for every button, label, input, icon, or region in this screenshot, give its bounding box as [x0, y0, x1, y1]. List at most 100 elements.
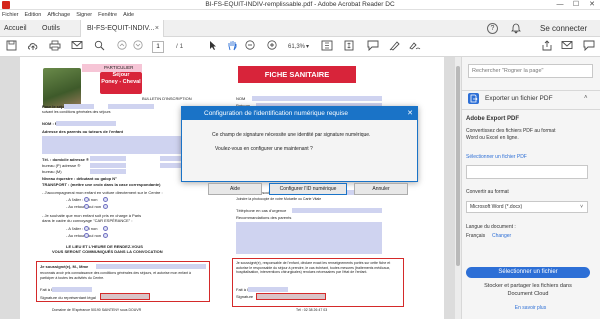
menu-sign[interactable]: Signer: [76, 10, 92, 20]
dialog-title-bar: Configuration de l'identification numéri…: [182, 107, 417, 120]
minimize-button[interactable]: —: [552, 0, 568, 10]
field-sejour-au[interactable]: [108, 104, 154, 109]
radio-retour-oui-2[interactable]: [84, 233, 89, 238]
notification-bell-icon[interactable]: [511, 23, 521, 34]
scroll-mode-icon[interactable]: [342, 40, 356, 54]
field-signature-left[interactable]: [100, 293, 150, 300]
field-sejour-du[interactable]: [64, 104, 94, 109]
banner-line-2: Poney - Cheval: [101, 79, 141, 85]
field-right-nom[interactable]: [252, 96, 382, 101]
language-value: Français: [466, 233, 486, 239]
doc-line-adresse: Adresse des parents ou tuteurs de l'enfa…: [42, 129, 123, 134]
dialog-help-button[interactable]: Aide: [208, 183, 262, 195]
menu-view[interactable]: Affichage: [47, 10, 70, 20]
page-count: / 1: [176, 43, 184, 50]
radio-aller-oui-2[interactable]: [84, 226, 89, 231]
dialog-configure-button[interactable]: Configurer l'ID numérique: [269, 183, 347, 195]
close-window-button[interactable]: ✕: [584, 0, 600, 10]
maximize-button[interactable]: ☐: [568, 0, 584, 10]
tab-home[interactable]: Accueil: [4, 20, 27, 37]
field-right-recommandations[interactable]: [236, 222, 382, 254]
hand-tool-icon[interactable]: [226, 40, 238, 54]
tab-document[interactable]: BI-FS-EQUIT-INDIV... ×: [80, 20, 164, 37]
zoom-dropdown-arrow-icon[interactable]: ▾: [306, 41, 309, 53]
selected-file-box[interactable]: [466, 165, 588, 179]
menu-edit[interactable]: Edition: [25, 10, 42, 20]
field-right-signature[interactable]: [256, 293, 326, 300]
dialog-cancel-button[interactable]: Annuler: [354, 183, 408, 195]
fit-page-icon[interactable]: [320, 40, 334, 54]
change-language-link[interactable]: Changer: [492, 233, 511, 240]
doc-line-soussigne-left: Je soussigné(e), M., Mme: [40, 264, 89, 269]
radio-aller-oui-1[interactable]: [84, 197, 89, 202]
doc-right-soussigne: Je soussigné(e), responsable de l'enfant…: [236, 261, 391, 275]
field-right-fait[interactable]: [248, 287, 288, 292]
field-tel-domicile[interactable]: [90, 156, 126, 161]
field-nom[interactable]: [56, 121, 116, 126]
radio-retour-non-2[interactable]: [103, 233, 108, 238]
help-icon[interactable]: ?: [487, 23, 498, 34]
dialog-message-2: Voulez-vous en configurer une maintenant…: [215, 146, 313, 152]
doc-line-tel-3: bureau (M): [42, 169, 62, 174]
tab-bar: Accueil Outils BI-FS-EQUIT-INDIV... × ? …: [0, 20, 600, 37]
doc-line-signature-left: Signature du représentant légal: [40, 295, 96, 300]
next-page-icon[interactable]: [132, 40, 144, 54]
store-text-2: Document Cloud: [507, 291, 549, 297]
select-cursor-icon[interactable]: [207, 40, 219, 54]
menu-window[interactable]: Fenêtre: [98, 10, 117, 20]
field-right-urgence[interactable]: [292, 208, 382, 213]
doc-right-recommandations: Recommandations des parents: [236, 215, 292, 220]
export-pdf-title[interactable]: Exporter un fichier PDF: [485, 93, 553, 104]
tab-tools[interactable]: Outils: [42, 20, 60, 37]
collapse-chevron-icon[interactable]: ˄: [584, 93, 588, 104]
comment-icon[interactable]: [366, 40, 380, 54]
select-file-primary-button[interactable]: Sélectionner un fichier: [466, 267, 590, 278]
share-icon[interactable]: [540, 40, 554, 54]
doc-line-accompagnerai: - J'accompagnerai mon enfant en voiture …: [42, 190, 163, 195]
search-icon[interactable]: [92, 40, 106, 54]
menu-file[interactable]: Fichier: [2, 10, 19, 20]
document-scrollbar-thumb[interactable]: [456, 66, 460, 266]
menu-help[interactable]: Aide: [123, 10, 134, 20]
field-fait-left[interactable]: [52, 287, 92, 292]
window-title: BI-FS-EQUIT-INDIV-remplissable.pdf - Ado…: [205, 1, 395, 8]
upload-cloud-icon[interactable]: [26, 40, 40, 54]
email-icon[interactable]: [70, 40, 84, 54]
field-soussigne-left[interactable]: [96, 264, 206, 269]
dialog-message-1: Ce champ de signature nécessite une iden…: [212, 132, 371, 138]
radio-aller-non-1[interactable]: [103, 197, 108, 202]
doc-line-aller-1: - A l'aller : oui non: [66, 197, 98, 202]
banner-particulier: PARTICULIER: [82, 64, 142, 72]
previous-page-icon[interactable]: [116, 40, 128, 54]
store-text-1: Stocker et partager les fichiers dans: [484, 283, 572, 289]
tools-search-input[interactable]: Rechercher "Rogner la page": [468, 64, 593, 78]
learn-more-link[interactable]: En savoir plus: [461, 304, 600, 312]
adobe-export-desc-1: Convertissez des fichiers PDF au format: [466, 128, 556, 134]
select-pdf-link[interactable]: Sélectionner un fichier PDF: [466, 154, 527, 161]
sign-in-button[interactable]: Se connecter: [540, 20, 587, 37]
print-icon[interactable]: [48, 40, 62, 54]
field-adresse[interactable]: [42, 136, 202, 154]
field-tel-bureau-m[interactable]: [90, 169, 126, 174]
radio-retour-non-1[interactable]: [103, 204, 108, 209]
email-share-icon[interactable]: [560, 40, 574, 54]
menu-bar: Fichier Edition Affichage Signer Fenêtre…: [0, 10, 600, 20]
radio-retour-oui-1[interactable]: [84, 204, 89, 209]
radio-aller-non-2[interactable]: [103, 226, 108, 231]
zoom-in-icon[interactable]: [266, 40, 278, 54]
page-number-input[interactable]: 1: [152, 41, 164, 53]
dialog-close-button[interactable]: ✕: [403, 107, 417, 120]
comment-panel-icon[interactable]: [582, 40, 596, 54]
fill-sign-icon[interactable]: [408, 40, 422, 54]
field-tel-bureau-p[interactable]: [90, 163, 126, 168]
zoom-out-icon[interactable]: [244, 40, 256, 54]
zoom-level[interactable]: 61,3%: [288, 41, 305, 53]
format-select[interactable]: Microsoft Word (*.docx) ˅: [466, 201, 588, 213]
save-icon[interactable]: [4, 40, 18, 54]
highlight-pen-icon[interactable]: [388, 40, 402, 54]
close-tab-icon[interactable]: ×: [155, 20, 159, 37]
format-select-arrow-icon: ˅: [580, 204, 583, 210]
doc-line-tel-2: bureau (P) adresse ®: [42, 163, 81, 168]
doc-line-aller-2: - A l'aller : oui non: [66, 226, 98, 231]
main-toolbar: 1 / 1 61,3% ▾: [0, 37, 600, 57]
